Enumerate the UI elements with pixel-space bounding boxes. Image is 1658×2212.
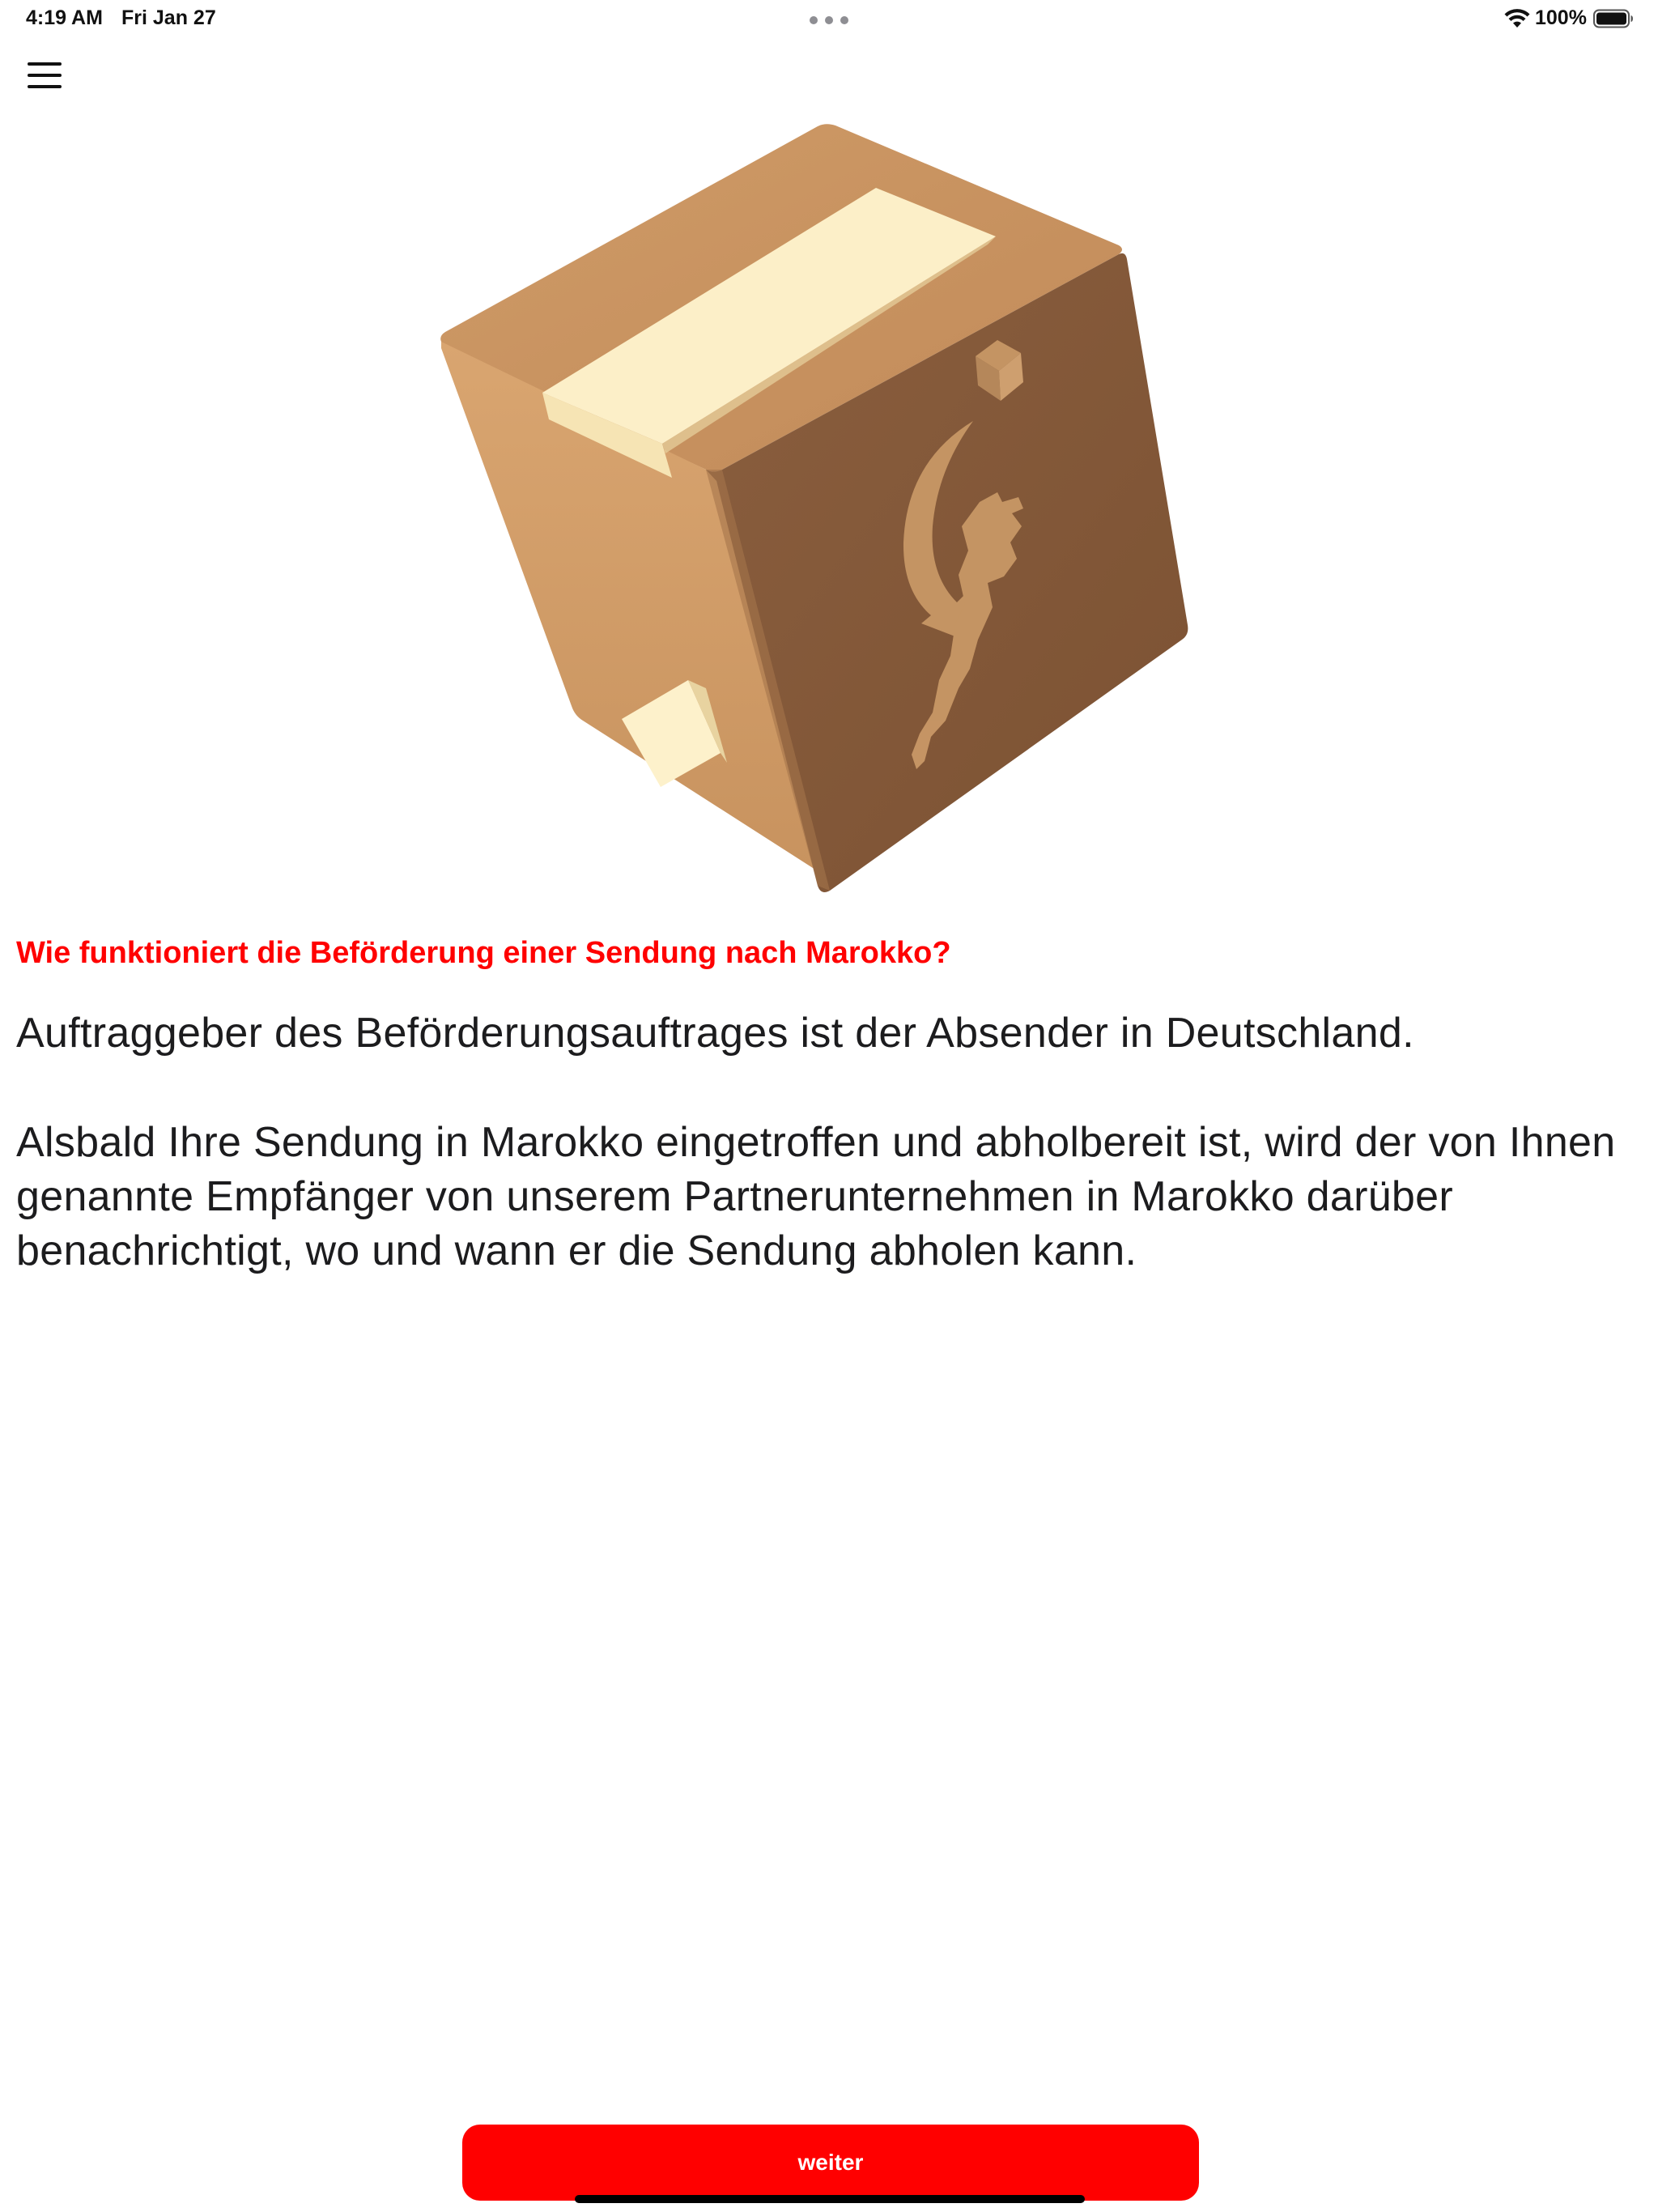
wifi-icon	[1504, 9, 1530, 28]
home-indicator[interactable]	[575, 2195, 1085, 2203]
battery-percentage: 100%	[1535, 6, 1587, 29]
multitasking-dots-icon[interactable]	[810, 16, 848, 24]
battery-icon	[1593, 9, 1633, 28]
page-heading: Wie funktioniert die Beförderung einer S…	[16, 936, 951, 970]
paragraph-pickup-info: Alsbald Ihre Sendung in Marokko eingetro…	[16, 1119, 1616, 1274]
parcel-box-illustration	[440, 124, 1188, 892]
paragraph-sender-info: Auftraggeber des Beförderungsauftrages i…	[16, 1010, 1414, 1057]
status-bar: 4:19 AM Fri Jan 27 100%	[0, 0, 1658, 39]
next-button[interactable]: weiter	[462, 2125, 1199, 2201]
hamburger-menu-icon[interactable]	[23, 57, 68, 94]
status-time: 4:19 AM	[26, 6, 103, 29]
status-date: Fri Jan 27	[121, 6, 216, 29]
